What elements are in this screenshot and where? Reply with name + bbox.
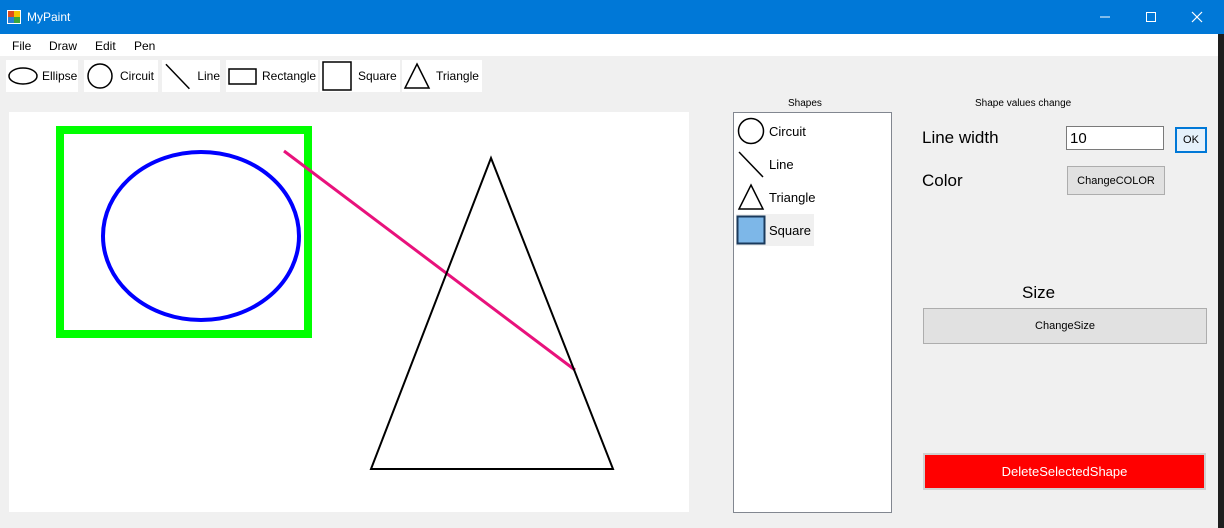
shape-item-label: Square bbox=[769, 222, 811, 238]
shape-toolbar: Ellipse Circuit Line Rectangle Square Tr… bbox=[0, 56, 1224, 96]
menu-draw[interactable]: Draw bbox=[49, 39, 77, 53]
canvas-triangle-shape[interactable] bbox=[369, 155, 615, 470]
window-edge bbox=[1218, 34, 1224, 528]
change-color-button[interactable]: ChangeCOLOR bbox=[1067, 166, 1165, 195]
tool-square[interactable]: Square bbox=[320, 60, 400, 92]
tool-circuit-label: Circuit bbox=[120, 69, 155, 83]
shape-item-label: Triangle bbox=[769, 189, 816, 205]
rectangle-icon bbox=[228, 68, 257, 85]
tool-triangle-label: Triangle bbox=[436, 69, 479, 83]
square-icon bbox=[322, 61, 352, 91]
minimize-button[interactable] bbox=[1082, 0, 1128, 34]
menu-bar: File Draw Edit Pen bbox=[0, 34, 1224, 56]
line-width-input[interactable]: 10 bbox=[1066, 126, 1164, 150]
triangle-icon bbox=[737, 183, 765, 210]
minimize-icon bbox=[1100, 16, 1110, 18]
drawing-canvas[interactable] bbox=[9, 112, 689, 512]
shape-item-triangle[interactable]: Triangle bbox=[736, 181, 815, 213]
tool-line-label: Line bbox=[197, 69, 220, 83]
line-icon bbox=[165, 63, 190, 90]
ellipse-icon bbox=[8, 67, 38, 85]
shape-item-square[interactable]: Square bbox=[736, 214, 814, 246]
shape-item-label: Line bbox=[769, 156, 794, 172]
tool-ellipse[interactable]: Ellipse bbox=[6, 60, 78, 92]
square-icon bbox=[736, 215, 766, 245]
change-size-button[interactable]: ChangeSize bbox=[923, 308, 1207, 344]
canvas-square-shape[interactable] bbox=[56, 126, 312, 338]
tool-rectangle[interactable]: Rectangle bbox=[226, 60, 318, 92]
title-bar: MyPaint bbox=[0, 0, 1224, 34]
maximize-button[interactable] bbox=[1128, 0, 1174, 34]
close-button[interactable] bbox=[1174, 0, 1220, 34]
tool-ellipse-label: Ellipse bbox=[42, 69, 78, 83]
color-label: Color bbox=[922, 171, 963, 190]
tool-circuit[interactable]: Circuit bbox=[84, 60, 158, 92]
circle-icon bbox=[87, 63, 113, 89]
shape-item-line[interactable]: Line bbox=[736, 148, 794, 180]
shape-item-circuit[interactable]: Circuit bbox=[736, 115, 806, 147]
canvas-ellipse-shape[interactable] bbox=[101, 150, 301, 322]
line-width-label: Line width bbox=[922, 128, 999, 147]
canvas-drawing bbox=[56, 126, 615, 470]
shape-item-label: Circuit bbox=[769, 123, 806, 139]
circle-icon bbox=[737, 117, 765, 145]
shapes-caption: Shapes bbox=[788, 98, 822, 109]
size-label: Size bbox=[1022, 283, 1056, 302]
menu-pen[interactable]: Pen bbox=[134, 39, 155, 53]
menu-file[interactable]: File bbox=[12, 39, 31, 53]
tool-square-label: Square bbox=[358, 69, 397, 83]
line-icon bbox=[738, 151, 764, 178]
ok-button[interactable]: OK bbox=[1175, 127, 1207, 153]
tool-rectangle-label: Rectangle bbox=[262, 69, 317, 83]
tool-line[interactable]: Line bbox=[162, 60, 220, 92]
window-title: MyPaint bbox=[27, 10, 71, 24]
close-icon bbox=[1191, 11, 1203, 23]
triangle-icon bbox=[403, 62, 431, 89]
values-caption: Shape values change bbox=[975, 98, 1072, 109]
shapes-list[interactable]: Circuit Line Triangle Square bbox=[733, 112, 892, 513]
tool-triangle[interactable]: Triangle bbox=[402, 60, 482, 92]
maximize-icon bbox=[1146, 12, 1156, 22]
paint-app-icon bbox=[7, 10, 21, 24]
menu-edit[interactable]: Edit bbox=[95, 39, 116, 53]
delete-selected-shape-button[interactable]: DeleteSelectedShape bbox=[923, 453, 1206, 490]
